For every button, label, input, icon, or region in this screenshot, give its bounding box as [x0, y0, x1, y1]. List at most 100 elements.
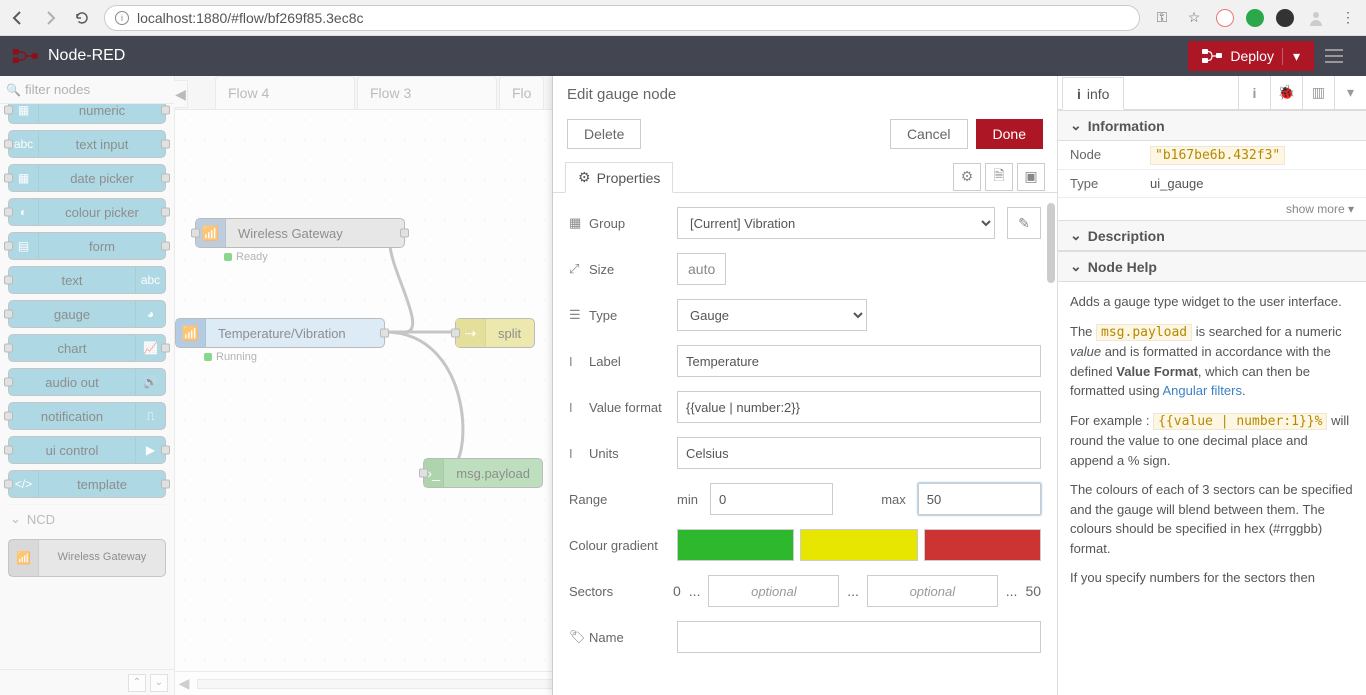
color-3[interactable] [924, 529, 1041, 561]
name-input[interactable] [677, 621, 1041, 653]
reload-button[interactable] [72, 8, 92, 28]
group-label: ▦Group [569, 215, 665, 231]
palette-collapse-all[interactable]: ⌃ [128, 674, 146, 692]
delete-button[interactable]: Delete [567, 119, 641, 149]
gear-icon: ⚙ [578, 169, 591, 186]
key-icon[interactable]: ⚿ [1152, 8, 1172, 28]
done-button[interactable]: Done [976, 119, 1043, 149]
section-description[interactable]: ⌄Description [1058, 220, 1366, 251]
color-2[interactable] [800, 529, 917, 561]
tab-flow-partial[interactable]: Flo [499, 76, 544, 109]
vf-label: IValue format [569, 400, 665, 415]
flow-node-msg-payload[interactable]: ›_msg.payload [423, 458, 543, 488]
app-header: Node-RED Deploy ▾ [0, 36, 1366, 76]
min-input[interactable] [710, 483, 833, 515]
name-label: 🏷Name [569, 629, 665, 645]
sidebar-menu-caret[interactable]: ▾ [1334, 76, 1366, 109]
sidebar-tab-info[interactable]: iinfo [1062, 77, 1124, 110]
group-select[interactable]: [Current] Vibration [677, 207, 995, 239]
type-select[interactable]: Gauge [677, 299, 867, 331]
palette-node-gauge[interactable]: gauge◕ [8, 300, 166, 328]
url-bar[interactable]: i localhost:1880/#flow/bf269f85.3ec8c [104, 5, 1140, 31]
appearance-icon[interactable]: ▣ [1017, 163, 1045, 191]
max-label: max [881, 492, 906, 507]
hamburger-menu-button[interactable] [1314, 36, 1354, 76]
deploy-button[interactable]: Deploy ▾ [1188, 41, 1314, 71]
info-type-key: Type [1070, 176, 1150, 191]
type-label: ☰Type [569, 307, 665, 323]
tab-flow-4[interactable]: Flow 4 [215, 76, 355, 109]
palette-node-form[interactable]: ▤form [8, 232, 166, 260]
app-title: Node-RED [48, 47, 125, 65]
tray-scrollbar[interactable] [1047, 203, 1055, 283]
ext-icon-3[interactable] [1276, 9, 1294, 27]
node-palette: ◀ 🔍 ▦numeric abctext input ▦date picker … [0, 76, 175, 695]
palette-collapse-button[interactable]: ◀ [174, 80, 188, 108]
deploy-caret-icon[interactable]: ▾ [1282, 48, 1300, 65]
flow-node-wireless-gateway[interactable]: 📶Wireless Gateway Ready [195, 218, 405, 248]
menu-dots-icon[interactable]: ⋮ [1338, 8, 1358, 28]
star-icon[interactable]: ☆ [1184, 8, 1204, 28]
label-input[interactable] [677, 345, 1041, 377]
show-more-link[interactable]: show more ▾ [1058, 198, 1366, 220]
section-information[interactable]: ⌄Information [1058, 110, 1366, 141]
app-logo: Node-RED [12, 47, 125, 65]
sectors-start: 0 [673, 583, 681, 599]
palette-expand-all[interactable]: ⌄ [150, 674, 168, 692]
units-label: IUnits [569, 446, 665, 461]
info-node-value: "b167be6b.432f3" [1150, 146, 1285, 165]
palette-node-audio-out[interactable]: audio out🔊 [8, 368, 166, 396]
sidebar-info-icon[interactable]: i [1238, 76, 1270, 109]
properties-tab[interactable]: ⚙ Properties [565, 162, 673, 193]
palette-node-colour-picker[interactable]: ◐colour picker [8, 198, 166, 226]
label-label: ILabel [569, 354, 665, 369]
section-node-help[interactable]: ⌄Node Help [1058, 251, 1366, 282]
value-format-input[interactable] [677, 391, 1041, 423]
palette-node-text-input[interactable]: abctext input [8, 130, 166, 158]
sidebar-debug-icon[interactable]: 🐞 [1270, 76, 1302, 109]
flow-node-temperature-vibration[interactable]: 📶Temperature/Vibration Running [175, 318, 385, 348]
palette-node-date-picker[interactable]: ▦date picker [8, 164, 166, 192]
sector-1-input[interactable] [708, 575, 839, 607]
palette-node-text[interactable]: textabc [8, 266, 166, 294]
palette-search[interactable]: 🔍 [0, 76, 174, 104]
ssector-2-input[interactable] [867, 575, 998, 607]
nodered-logo-icon [12, 47, 40, 65]
max-input[interactable] [918, 483, 1041, 515]
info-icon: i [115, 11, 129, 25]
cg-label: Colour gradient [569, 538, 665, 553]
palette-node-numeric[interactable]: ▦numeric [8, 104, 166, 124]
palette-filter-input[interactable] [21, 82, 168, 97]
cancel-button[interactable]: Cancel [890, 119, 968, 149]
info-type-value: ui_gauge [1150, 176, 1204, 191]
forward-button[interactable] [40, 8, 60, 28]
url-text: localhost:1880/#flow/bf269f85.3ec8c [137, 10, 364, 26]
back-button[interactable] [8, 8, 28, 28]
flow-node-split[interactable]: ⇢split [455, 318, 535, 348]
palette-node-ui-control[interactable]: ui control▶ [8, 436, 166, 464]
units-input[interactable] [677, 437, 1041, 469]
range-label: Range [569, 492, 665, 507]
settings-icon[interactable]: ⚙ [953, 163, 981, 191]
min-label: min [677, 492, 698, 507]
ext-icon-2[interactable] [1246, 9, 1264, 27]
doc-icon[interactable]: 🗎 [985, 163, 1013, 191]
tray-title: Edit gauge node [553, 76, 1057, 113]
palette-node-chart[interactable]: chart📈 [8, 334, 166, 362]
size-button[interactable]: auto [677, 253, 726, 285]
edit-group-button[interactable]: ✎ [1007, 207, 1041, 239]
palette-category-ncd[interactable]: ⌄NCD [8, 504, 166, 533]
ext-icon-1[interactable] [1216, 9, 1234, 27]
profile-icon[interactable] [1306, 8, 1326, 28]
sectors-end: 50 [1025, 583, 1041, 599]
palette-node-template[interactable]: </>template [8, 470, 166, 498]
sidebar-dashboard-icon[interactable]: ▥ [1302, 76, 1334, 109]
palette-node-notification[interactable]: notification⎍ [8, 402, 166, 430]
sectors-label: Sectors [569, 584, 665, 599]
color-1[interactable] [677, 529, 794, 561]
tab-flow-3[interactable]: Flow 3 [357, 76, 497, 109]
deploy-icon [1202, 49, 1222, 63]
palette-node-wireless-gateway[interactable]: 📶Wireless Gateway [8, 539, 166, 577]
angular-filters-link[interactable]: Angular filters [1163, 383, 1242, 398]
info-sidebar: iinfo i 🐞 ▥ ▾ ⌄Information Node"b167be6b… [1057, 76, 1366, 695]
